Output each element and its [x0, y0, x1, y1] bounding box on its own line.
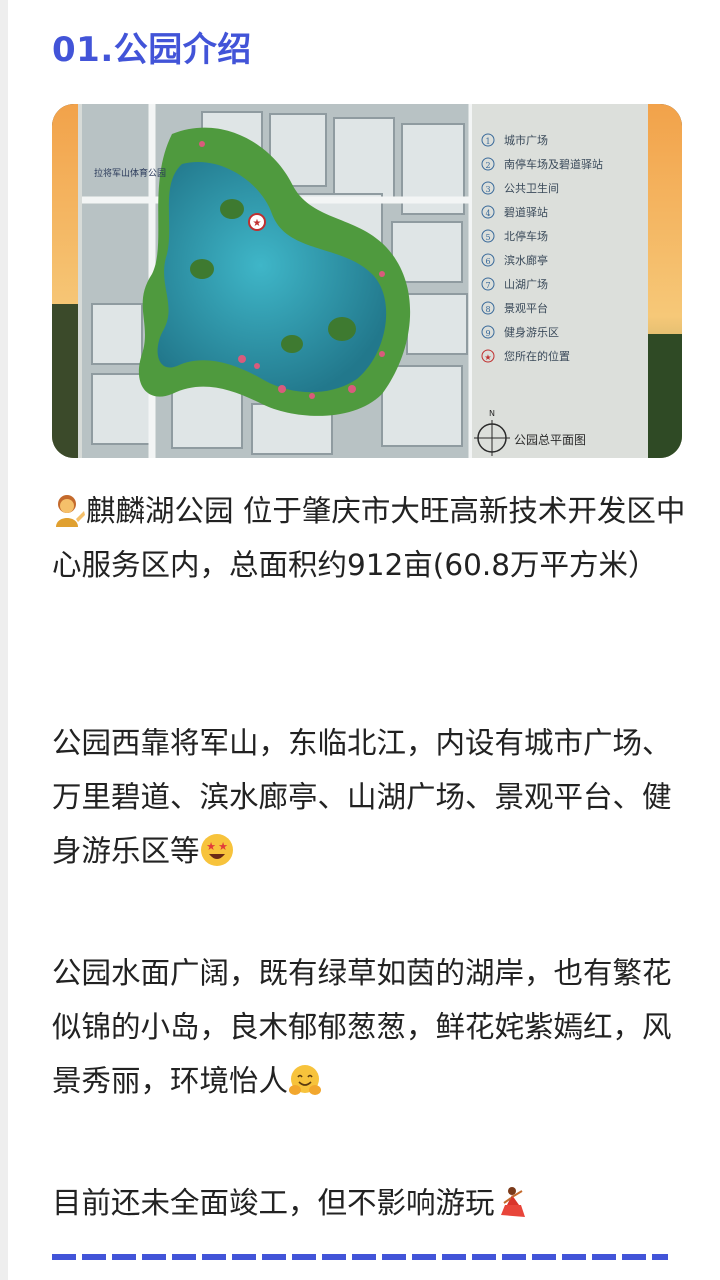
svg-text:健身游乐区: 健身游乐区: [504, 325, 559, 339]
map-west-label: 拉将军山体育公园: [94, 167, 166, 179]
svg-text:山湖广场: 山湖广场: [504, 277, 548, 291]
svg-text:碧道驿站: 碧道驿站: [504, 205, 548, 219]
svg-text:1: 1: [485, 137, 490, 146]
svg-text:★: ★: [253, 218, 262, 229]
intro-paragraph-location: 麒麟湖公园 位于肇庆市大旺高新技术开发区中心服务区内，总面积约912亩(60.8…: [52, 493, 686, 582]
svg-text:城市广场: 城市广场: [504, 133, 548, 147]
intro-paragraph-scenery: 公园水面广阔，既有绿草如茵的湖岸，也有繁花似锦的小岛，良木郁郁葱葱，鲜花姹紫嫣红…: [52, 956, 672, 1098]
svg-text:2: 2: [485, 161, 490, 170]
person-tipping-hand-icon: [52, 493, 86, 527]
svg-text:5: 5: [485, 233, 490, 242]
svg-text:您所在的位置: 您所在的位置: [504, 349, 570, 363]
svg-text:★: ★: [484, 353, 491, 362]
svg-text:公共卫生间: 公共卫生间: [504, 181, 559, 195]
svg-text:7: 7: [485, 281, 490, 290]
dancer-icon: [495, 1185, 529, 1219]
svg-text:6: 6: [485, 257, 490, 266]
svg-text:3: 3: [485, 185, 490, 194]
section-divider: [52, 1254, 668, 1260]
compass-label: N: [489, 409, 495, 418]
page-left-edge: [0, 0, 8, 1280]
svg-text:9: 9: [485, 329, 490, 338]
svg-text:景观平台: 景观平台: [504, 301, 548, 315]
intro-paragraph-status: 目前还未全面竣工，但不影响游玩: [52, 1176, 688, 1230]
hugging-face-icon: [288, 1063, 322, 1097]
section-title: 01.公园介绍: [52, 30, 252, 70]
intro-paragraph-facilities: 公园西靠将军山，东临北江，内设有城市广场、万里碧道、滨水廊亭、山湖广场、景观平台…: [52, 726, 672, 868]
svg-text:★: ★: [206, 840, 216, 853]
park-map-illustration: ★ 拉将军山体育公园 1 城市广场 2 南停车场及碧道驿站 3 公共卫生间 4 …: [52, 104, 682, 458]
svg-text:★: ★: [218, 840, 228, 853]
park-map-photo[interactable]: ★ 拉将军山体育公园 1 城市广场 2 南停车场及碧道驿站 3 公共卫生间 4 …: [52, 104, 682, 458]
svg-text:8: 8: [485, 305, 490, 314]
svg-text:4: 4: [485, 209, 490, 218]
map-plan-title: 公园总平面图: [514, 433, 586, 447]
svg-text:滨水廊亭: 滨水廊亭: [504, 253, 548, 267]
svg-text:南停车场及碧道驿站: 南停车场及碧道驿站: [504, 157, 603, 171]
svg-text:北停车场: 北停车场: [504, 229, 548, 243]
star-struck-face-icon: ★ ★: [200, 833, 234, 867]
